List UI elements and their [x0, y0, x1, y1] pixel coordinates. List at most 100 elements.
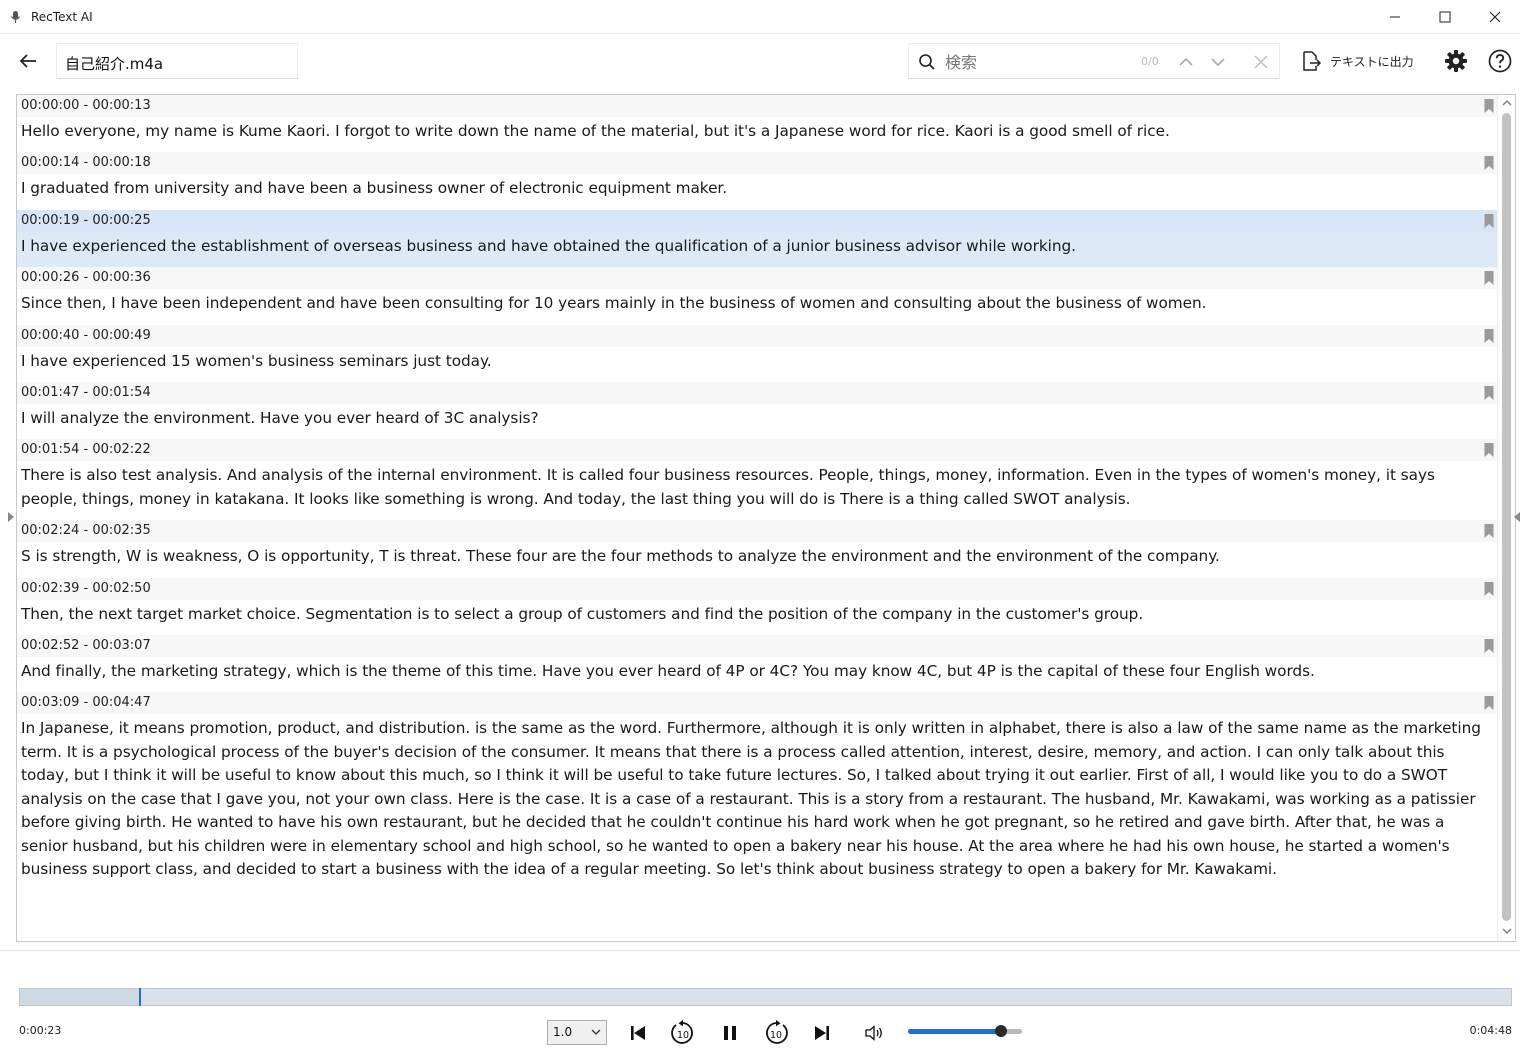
- help-button[interactable]: [1486, 47, 1514, 75]
- segment-timestamp[interactable]: 00:00:00 - 00:00:13: [17, 95, 1498, 117]
- playback-progress-bar[interactable]: [19, 988, 1512, 1006]
- transcript-segment[interactable]: 00:00:26 - 00:00:36 Since then, I have be…: [17, 267, 1498, 324]
- scrollbar-thumb[interactable]: [1502, 113, 1511, 921]
- transcript-segment[interactable]: 00:01:47 - 00:01:54 I will analyze the en…: [17, 382, 1498, 439]
- segment-text[interactable]: I have experienced 15 women's business s…: [17, 347, 1498, 382]
- pause-icon: [724, 1026, 736, 1040]
- volume-slider[interactable]: [908, 1025, 1022, 1037]
- gear-icon: [1445, 50, 1467, 72]
- settings-button[interactable]: [1442, 47, 1470, 75]
- skip-to-start-icon: [631, 1026, 645, 1040]
- pause-button[interactable]: [715, 1018, 745, 1048]
- search-previous-button[interactable]: [1175, 52, 1197, 72]
- playhead[interactable]: [139, 988, 141, 1006]
- search-clear-button[interactable]: [1250, 52, 1272, 72]
- segment-timestamp[interactable]: 00:00:40 - 00:00:49: [17, 324, 1498, 347]
- skip-to-start-button[interactable]: [623, 1018, 653, 1048]
- playback-speed-select[interactable]: 1.0: [547, 1020, 607, 1045]
- segment-text[interactable]: And finally, the marketing strategy, whi…: [17, 657, 1498, 692]
- segment-text[interactable]: Hello everyone, my name is Kume Kaori. I…: [17, 117, 1498, 152]
- bookmark-icon[interactable]: [1483, 638, 1495, 654]
- volume-fill: [908, 1029, 1001, 1034]
- collapse-left-icon[interactable]: [8, 512, 14, 522]
- progress-fill: [20, 989, 139, 1005]
- bookmark-icon[interactable]: [1483, 695, 1495, 711]
- export-label: テキストに出力: [1330, 54, 1414, 69]
- vertical-scrollbar[interactable]: [1497, 95, 1515, 941]
- transcript-segment[interactable]: 00:00:40 - 00:00:49 I have experienced 15…: [17, 324, 1498, 382]
- close-icon: [1489, 11, 1501, 23]
- transcript-segment[interactable]: 00:00:14 - 00:00:18 I graduated from univ…: [17, 152, 1498, 209]
- segment-timestamp[interactable]: 00:00:26 - 00:00:36: [17, 267, 1498, 290]
- segment-timestamp[interactable]: 00:01:47 - 00:01:54: [17, 382, 1498, 405]
- scroll-up-icon[interactable]: [1501, 97, 1513, 109]
- bookmark-icon[interactable]: [1483, 442, 1495, 458]
- bookmark-icon[interactable]: [1483, 213, 1495, 229]
- title-bar: RecText AI: [0, 0, 1520, 34]
- segment-timestamp[interactable]: 00:02:52 - 00:03:07: [17, 635, 1498, 658]
- transcript-segment[interactable]: 00:01:54 - 00:02:22 There is also test an…: [17, 439, 1498, 520]
- search-result-count: 0/0: [1141, 55, 1159, 68]
- maximize-button[interactable]: [1420, 0, 1470, 34]
- microphone-icon: [11, 10, 20, 23]
- segment-text[interactable]: In Japanese, it means promotion, product…: [17, 714, 1498, 890]
- search-icon: [919, 54, 935, 70]
- minimize-button[interactable]: [1370, 0, 1420, 34]
- segment-text[interactable]: Then, the next target market choice. Seg…: [17, 600, 1498, 635]
- transcript-segment[interactable]: 00:00:00 - 00:00:13 Hello everyone, my na…: [17, 95, 1498, 152]
- forward-seconds: 10: [770, 1030, 782, 1041]
- collapse-right-icon[interactable]: [1514, 512, 1520, 522]
- bookmark-icon[interactable]: [1483, 98, 1495, 114]
- segment-timestamp[interactable]: 00:02:24 - 00:02:35: [17, 520, 1498, 543]
- search-box: 0/0: [908, 43, 1280, 79]
- volume-icon: [865, 1025, 882, 1041]
- transcript-segment[interactable]: 00:03:09 - 00:04:47 In Japanese, it means…: [17, 692, 1498, 890]
- forward-button[interactable]: 10: [761, 1018, 791, 1048]
- bookmark-icon[interactable]: [1483, 523, 1495, 539]
- bookmark-icon[interactable]: [1483, 155, 1495, 171]
- transcript-segment[interactable]: 00:00:19 - 00:00:25 I have experienced th…: [17, 209, 1498, 268]
- rewind-10-icon: 10: [671, 1020, 693, 1044]
- current-time: 0:00:23: [19, 1024, 62, 1037]
- total-time: 0:04:48: [1469, 1024, 1512, 1037]
- bookmark-icon[interactable]: [1483, 270, 1495, 286]
- minimize-icon: [1390, 16, 1400, 18]
- window-controls: [1370, 0, 1520, 34]
- scroll-down-icon[interactable]: [1501, 925, 1513, 937]
- segment-text[interactable]: There is also test analysis. And analysi…: [17, 461, 1498, 520]
- transcript-segment[interactable]: 00:02:52 - 00:03:07 And finally, the mark…: [17, 635, 1498, 692]
- chevron-down-icon: [1211, 58, 1225, 67]
- skip-to-end-icon: [815, 1026, 829, 1040]
- search-input[interactable]: [945, 50, 1125, 74]
- export-text-button[interactable]: テキストに出力: [1300, 47, 1414, 75]
- transcript-segment[interactable]: 00:02:24 - 00:02:35 S is strength, W is w…: [17, 520, 1498, 577]
- segment-text[interactable]: I will analyze the environment. Have you…: [17, 404, 1498, 439]
- file-name-field[interactable]: 自己紹介.m4a: [56, 43, 298, 79]
- bookmark-icon[interactable]: [1483, 328, 1495, 344]
- bookmark-icon[interactable]: [1483, 385, 1495, 401]
- volume-thumb[interactable]: [995, 1025, 1007, 1037]
- rewind-button[interactable]: 10: [668, 1018, 698, 1048]
- toolbar: 自己紹介.m4a 0/0 テキストに出力: [0, 35, 1520, 87]
- app-title: RecText AI: [31, 9, 93, 24]
- segment-text[interactable]: I have experienced the establishment of …: [17, 232, 1498, 267]
- segment-timestamp[interactable]: 00:00:19 - 00:00:25: [17, 209, 1498, 232]
- transcript-segment[interactable]: 00:02:39 - 00:02:50 Then, the next target…: [17, 577, 1498, 635]
- chevron-down-icon: [591, 1029, 601, 1035]
- segment-timestamp[interactable]: 00:01:54 - 00:02:22: [17, 439, 1498, 462]
- segment-text[interactable]: Since then, I have been independent and …: [17, 289, 1498, 324]
- divider: [0, 950, 1520, 951]
- segment-timestamp[interactable]: 00:00:14 - 00:00:18: [17, 152, 1498, 175]
- volume-button[interactable]: [860, 1018, 890, 1048]
- back-button[interactable]: [12, 47, 44, 75]
- segment-timestamp[interactable]: 00:03:09 - 00:04:47: [17, 692, 1498, 715]
- rewind-seconds: 10: [677, 1030, 689, 1041]
- segment-text[interactable]: S is strength, W is weakness, O is oppor…: [17, 542, 1498, 577]
- skip-to-end-button[interactable]: [807, 1018, 837, 1048]
- close-window-button[interactable]: [1470, 0, 1520, 34]
- segment-timestamp[interactable]: 00:02:39 - 00:02:50: [17, 577, 1498, 600]
- bookmark-icon[interactable]: [1483, 581, 1495, 597]
- segment-text[interactable]: I graduated from university and have bee…: [17, 174, 1498, 209]
- forward-10-icon: 10: [766, 1020, 788, 1044]
- search-next-button[interactable]: [1207, 52, 1229, 72]
